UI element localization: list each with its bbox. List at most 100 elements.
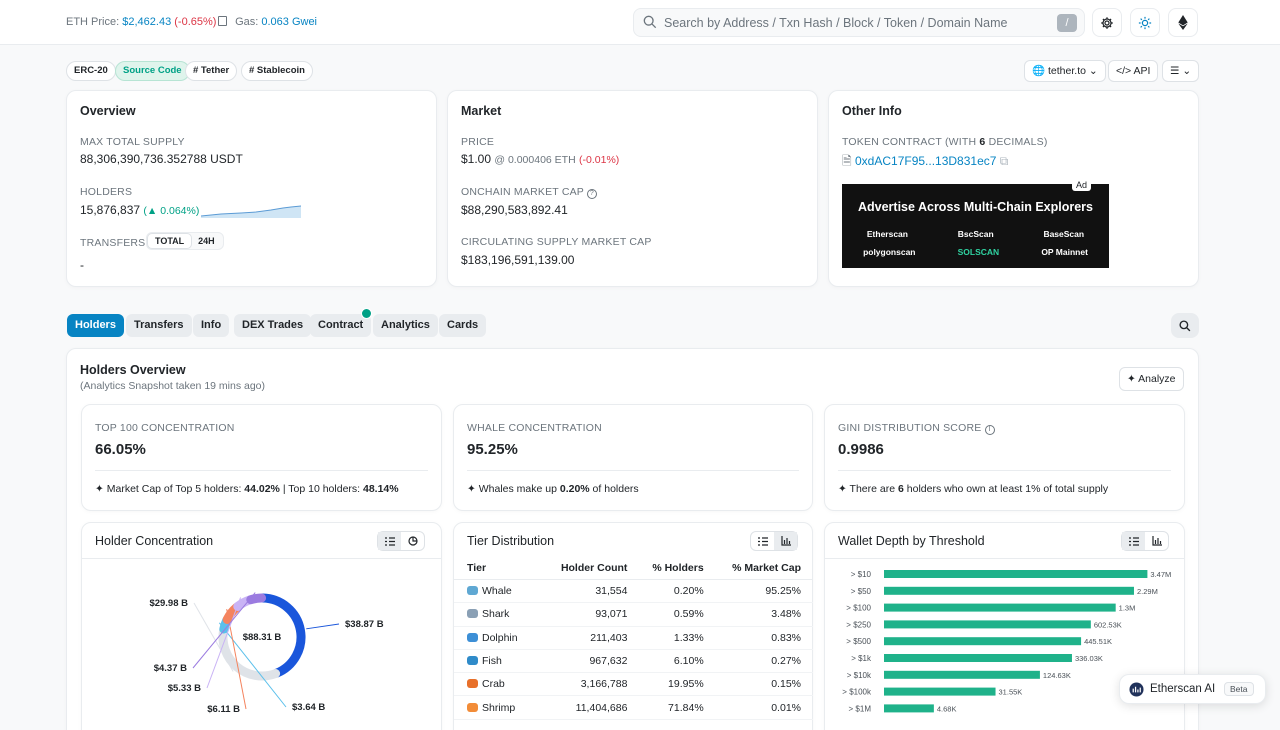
depth-bar[interactable]	[884, 637, 1082, 646]
wallet-depth-chart: > $10 3.47M > $50 2.29M > $100 1.3M > $250 602.…	[842, 570, 1171, 713]
tier-pct-holders-cell: 1.33%	[639, 626, 716, 650]
chart-view-button[interactable]	[774, 532, 797, 550]
overview-title: Overview	[80, 104, 136, 118]
ad-brand-bscscan: BscScan	[957, 229, 994, 239]
top100-label: TOP 100 CONCENTRATION	[95, 422, 235, 434]
token-contract-row: 🗎 0xdAC17F95...13D831ec7 ⧉	[842, 152, 1008, 173]
info-icon[interactable]: i	[984, 425, 995, 435]
tab-info[interactable]: Info	[193, 314, 230, 337]
gas-pump-icon	[218, 16, 227, 26]
token-contract-label: TOKEN CONTRACT (WITH 6 DECIMALS)	[842, 136, 1048, 148]
tier-count-cell: 11,404,686	[544, 695, 640, 720]
pie-view-button[interactable]	[401, 532, 424, 550]
donut-slice-label: $6.11 B	[207, 704, 240, 715]
depth-bar[interactable]	[884, 670, 1040, 679]
settings-button[interactable]	[1092, 8, 1122, 37]
copy-icon[interactable]: ⧉	[1000, 154, 1009, 168]
tab-analytics[interactable]: Analytics	[373, 314, 438, 337]
tag-erc20[interactable]: ERC-20	[66, 61, 116, 81]
holder-concentration-donut: $38.87 B $29.98 B $3.64 B $6.11 B $5.33 B $4.…	[149, 592, 384, 715]
tab-transfers[interactable]: Transfers	[126, 314, 192, 337]
market-title: Market	[461, 104, 502, 118]
gini-label: GINI DISTRIBUTION SCORE i	[838, 422, 995, 435]
donut-slice-label: $4.37 B	[154, 663, 187, 674]
list-view-button[interactable]	[1122, 532, 1145, 550]
donut-slice[interactable]	[246, 593, 267, 605]
tag-tether[interactable]: # Tether	[185, 61, 238, 81]
depth-category-label: > $500	[846, 637, 871, 646]
donut-center-label: $88.31 B	[243, 632, 282, 643]
sparkle-icon: ✦	[467, 483, 476, 495]
search-icon	[643, 15, 657, 29]
depth-bar[interactable]	[884, 687, 996, 696]
tier-dolphin-icon	[467, 632, 478, 642]
tier-table-header: Tier Holder Count % Holders % Market Cap	[454, 557, 813, 580]
tier-pct-cap-cell: 0.01%	[715, 695, 813, 720]
whale-label: WHALE CONCENTRATION	[467, 422, 602, 434]
transfers-label: TRANSFERS	[80, 237, 146, 249]
tab-holders[interactable]: Holders	[67, 314, 124, 337]
code-icon: </>	[1116, 65, 1132, 77]
tab-dex-trades[interactable]: DEX Trades	[234, 314, 312, 337]
ad-brand-solscan: SOLSCAN	[957, 247, 1000, 257]
tier-row: Crab 3,166,788 19.95% 0.15%	[454, 672, 813, 697]
list-view-button[interactable]	[378, 532, 401, 550]
advertisement-banner[interactable]: Advertise Across Multi-Chain Explorers E…	[842, 184, 1109, 268]
etherscan-ai-label: Etherscan AI	[1150, 683, 1216, 695]
tier-pct-cap-cell: 3.48%	[715, 602, 813, 627]
analyze-button[interactable]: ✦ Analyze	[1119, 367, 1184, 391]
tag-stablecoin[interactable]: # Stablecoin	[241, 61, 313, 81]
info-icon[interactable]: ?	[586, 189, 597, 199]
tier-count-cell: 967,632	[544, 649, 640, 674]
depth-bar[interactable]	[884, 704, 934, 713]
transfers-total-tab[interactable]: TOTAL	[148, 234, 192, 248]
list-view-button[interactable]	[751, 532, 774, 550]
transfers-24h-tab[interactable]: 24H	[191, 234, 222, 248]
eth-price-value[interactable]: $2,462.43	[122, 16, 171, 28]
eth-price: ETH Price: $2,462.43 (-0.65%)	[66, 16, 216, 28]
depth-bar[interactable]	[884, 620, 1091, 629]
depth-category-label: > $100	[846, 604, 871, 613]
depth-bar[interactable]	[884, 586, 1134, 595]
divider	[467, 470, 799, 471]
tag-source-code[interactable]: Source Code	[115, 61, 190, 81]
ad-brands-row-1: Etherscan BscScan BaseScan	[842, 229, 1109, 239]
search-input[interactable]	[664, 13, 1044, 33]
holders-change: 0.064%	[160, 205, 196, 217]
holders-sparkline	[201, 205, 301, 218]
api-label: API	[1133, 65, 1151, 77]
overview-card: Overview MAX TOTAL SUPPLY 88,306,390,736…	[66, 90, 437, 287]
depth-bar[interactable]	[884, 603, 1116, 612]
depth-category-label: > $50	[851, 587, 872, 596]
tier-count-cell: 3,166,788	[544, 672, 640, 697]
sparkle-icon: ✦	[1127, 373, 1136, 385]
api-button[interactable]: </> API	[1108, 60, 1159, 82]
theme-toggle-button[interactable]	[1130, 8, 1160, 37]
ad-tag: Ad	[1072, 179, 1092, 191]
tier-header-pct-cap: % Market Cap	[715, 557, 813, 580]
gini-value: 0.9986	[838, 441, 884, 458]
chart-view-button[interactable]	[1145, 532, 1168, 550]
tab-cards[interactable]: Cards	[439, 314, 487, 337]
tab-search-button[interactable]	[1171, 313, 1199, 338]
tier-whale-icon	[467, 586, 478, 596]
etherscan-ai-widget[interactable]: Etherscan AI Beta	[1119, 674, 1266, 704]
website-dropdown[interactable]: 🌐 tether.to ⌄	[1024, 60, 1106, 82]
network-button[interactable]	[1168, 8, 1198, 37]
tier-crab-icon	[467, 679, 478, 689]
ad-brand-basescan: BaseScan	[1043, 229, 1085, 239]
gini-note: ✦ There are 6 holders who own at least 1…	[838, 483, 1109, 495]
ad-brand-etherscan: Etherscan	[866, 229, 908, 239]
price-change: (-0.01%)	[579, 154, 620, 166]
max-supply-label: MAX TOTAL SUPPLY	[80, 136, 185, 148]
depth-value-label: 336.03K	[1075, 654, 1103, 663]
tier-header-pct-holders: % Holders	[639, 557, 716, 580]
depth-bar[interactable]	[884, 654, 1072, 662]
gas-value[interactable]: 0.063 Gwei	[261, 16, 317, 28]
token-contract-address[interactable]: 0xdAC17F95...13D831ec7	[855, 154, 996, 168]
depth-category-label: > $10	[851, 570, 872, 579]
more-options-dropdown[interactable]: ☰ ⌄	[1162, 60, 1200, 82]
depth-bar[interactable]	[884, 570, 1148, 578]
tier-name-cell: Whale	[454, 579, 545, 604]
donut-leader-line	[306, 623, 340, 630]
